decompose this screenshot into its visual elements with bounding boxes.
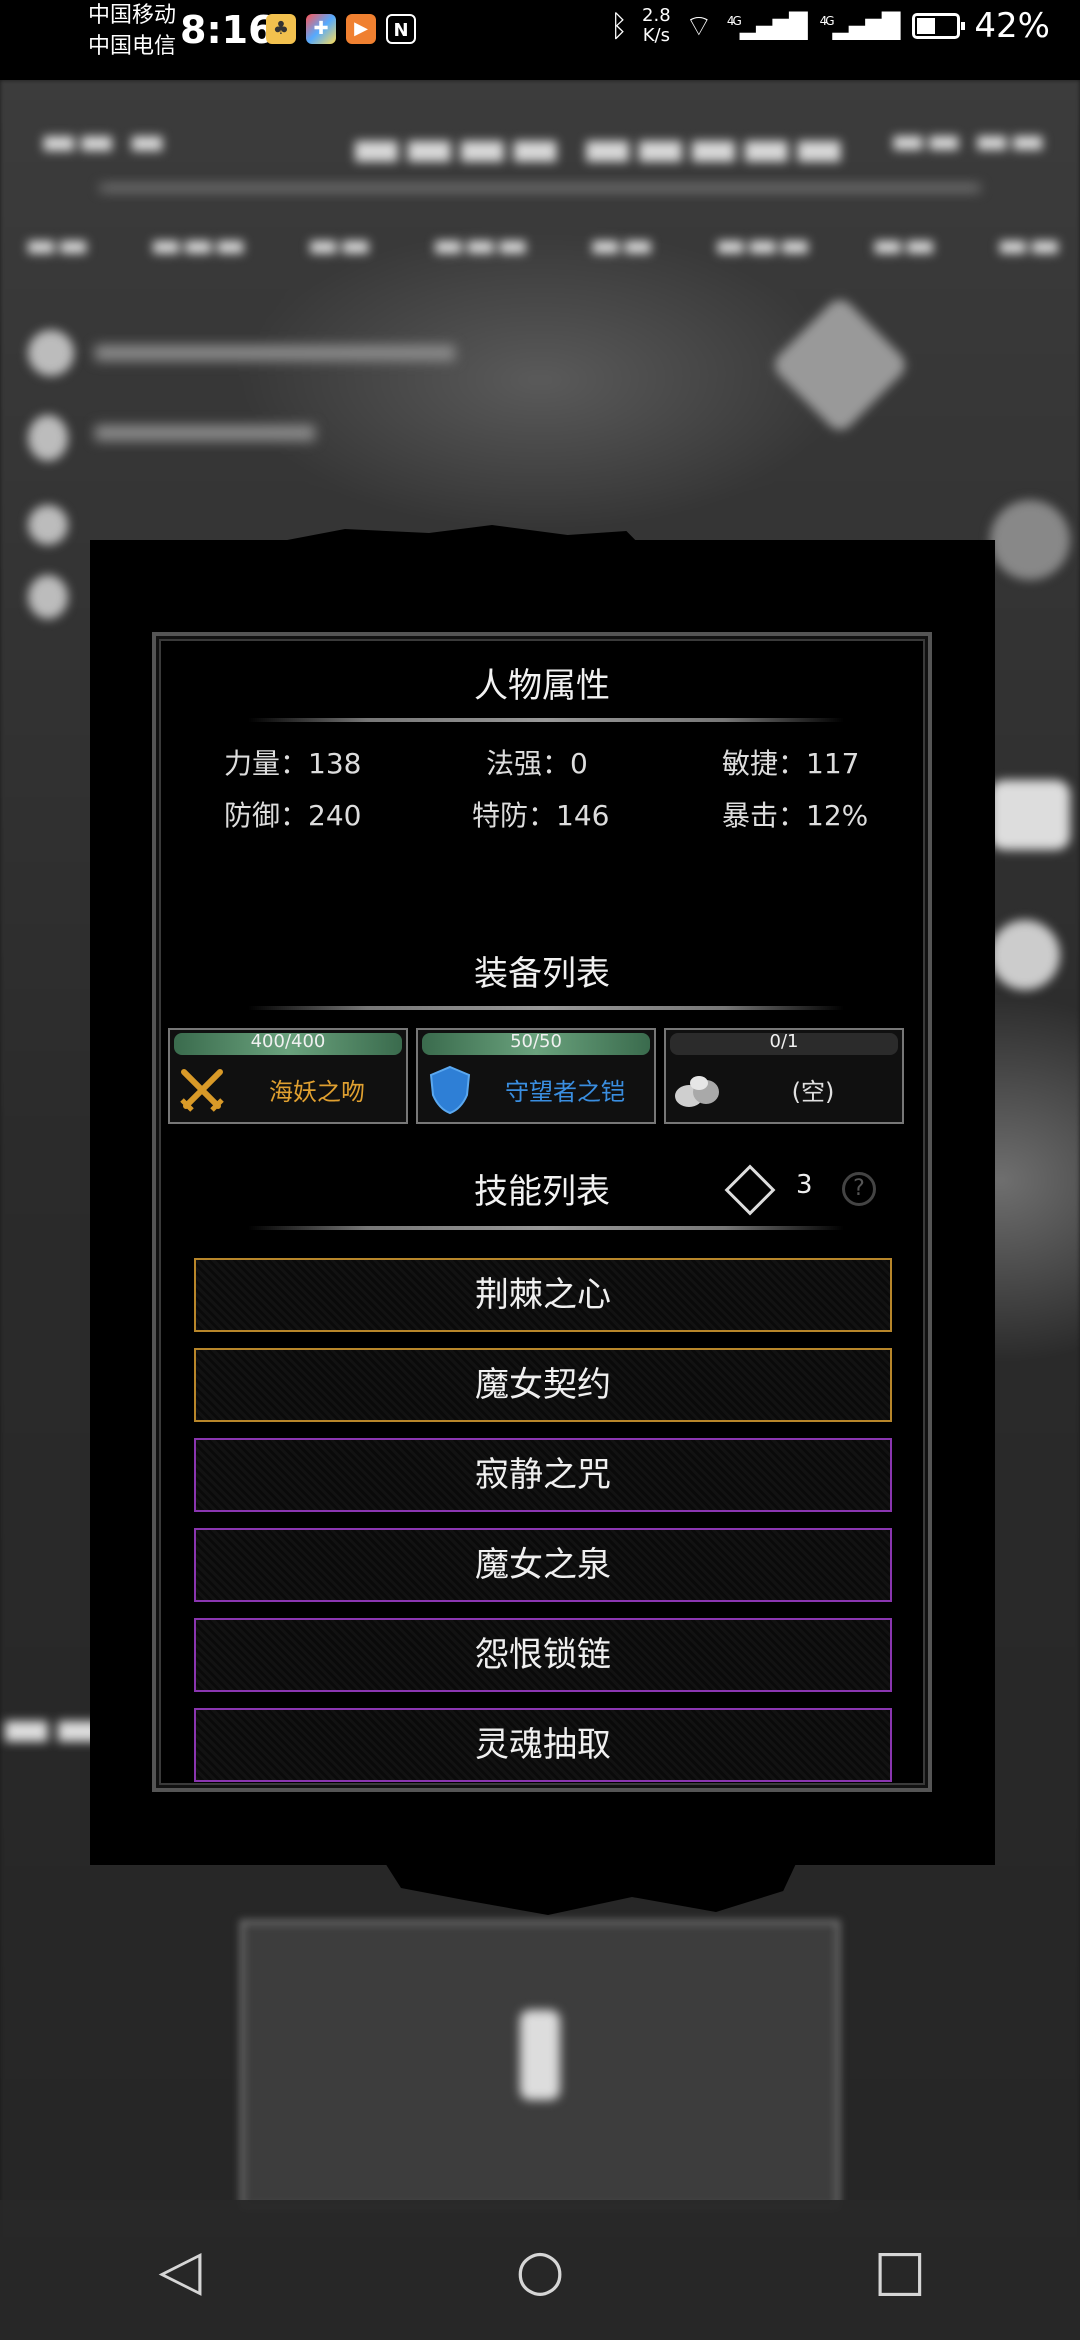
attr-strength: 力量：138 — [224, 747, 362, 780]
signal-icon-1: 4G▂▄▆█ — [726, 12, 808, 40]
video-player-icon: ▶ — [346, 14, 376, 44]
background-settings-icon — [990, 920, 1060, 990]
equipment-name: 海妖之吻 — [269, 1078, 365, 1106]
background-weather: ▬▬ ▬▬ — [890, 118, 1046, 162]
equipment-slot-weapon[interactable]: 400/400 海妖之吻 — [168, 1028, 408, 1124]
bunny-app-icon: ♣ — [266, 14, 296, 44]
skills-divider — [248, 1226, 844, 1230]
network-speed-value: 2.8 — [642, 5, 671, 26]
durability-text: 400/400 — [250, 1031, 326, 1052]
shield-icon — [424, 1064, 476, 1116]
skill-item[interactable]: 荆棘之心 — [194, 1258, 892, 1332]
background-stat-icon — [28, 505, 68, 545]
battery-percent: 42% — [974, 6, 1050, 46]
network-speed: 2.8 K/s — [642, 6, 671, 46]
background-side-button-2 — [990, 780, 1070, 850]
wifi-icon: ⌔ — [684, 9, 713, 44]
skill-item[interactable]: 寂静之咒 — [194, 1438, 892, 1512]
attributes-divider — [248, 718, 844, 722]
battery-icon — [912, 13, 966, 39]
durability-text: 50/50 — [510, 1031, 562, 1052]
clock: 8:16 — [180, 8, 275, 52]
recents-button[interactable]: □ — [840, 2238, 960, 2303]
attr-defense: 防御：240 — [224, 799, 362, 832]
network-speed-unit: K/s — [642, 25, 670, 46]
skill-item[interactable]: 魔女之泉 — [194, 1528, 892, 1602]
bluetooth-icon: ᛒ — [610, 8, 629, 44]
stones-icon — [672, 1064, 724, 1116]
attr-magic-power: 法强：0 — [486, 747, 588, 780]
status-indicators: ᛒ 2.8 K/s ⌔ 4G▂▄▆█ 4G▂▄▆█ 42% — [610, 6, 1050, 47]
equipment-title: 装备列表 — [474, 954, 610, 994]
skill-item[interactable]: 灵魂抽取 — [194, 1708, 892, 1782]
equipment-name: (空) — [791, 1078, 835, 1106]
carrier-labels: 中国移动 中国电信 — [88, 0, 176, 62]
background-strength-icon — [28, 415, 68, 461]
character-stats-modal: 人物属性 力量：138 法强：0 敏捷：117 防御：240 特防：146 暴击… — [90, 540, 995, 1865]
carrier-2: 中国电信 — [88, 34, 177, 59]
notification-icons: ♣ ✚ ▶ N — [266, 14, 416, 44]
background-side-button-1 — [990, 500, 1070, 580]
attributes-title: 人物属性 — [474, 666, 610, 706]
background-stamina-bar — [95, 425, 315, 441]
background-location-icon — [28, 575, 68, 619]
background-day-label: ▬▬ ▬ — [40, 118, 167, 164]
attr-agility: 敏捷：117 — [722, 747, 860, 780]
background-stat-row: ▬▬ ▬▬▬ ▬▬ ▬▬▬ ▬▬ ▬▬▬ ▬▬ ▬▬ — [25, 225, 1062, 265]
equipment-name: 守望者之铠 — [505, 1078, 625, 1106]
status-bar: 中国移动 中国电信 8:16 ♣ ✚ ▶ N ᛒ 2.8 K/s ⌔ 4G▂▄▆… — [0, 0, 1080, 80]
carrier-1: 中国移动 — [88, 3, 177, 28]
attr-magic-defense: 特防：146 — [472, 799, 610, 832]
help-icon[interactable]: ? — [842, 1172, 876, 1206]
durability-text: 0/1 — [769, 1031, 799, 1052]
signal-icon-2: 4G▂▄▆█ — [819, 12, 901, 40]
system-navigation-bar: ◁ ○ □ — [0, 2200, 1080, 2340]
skill-item[interactable]: 怨恨锁链 — [194, 1618, 892, 1692]
skill-point-count: 3 — [796, 1170, 813, 1200]
app-store-icon: ✚ — [306, 14, 336, 44]
equipment-slot-accessory[interactable]: 0/1 (空) — [664, 1028, 904, 1124]
background-heart-icon — [28, 330, 74, 376]
attr-critical: 暴击：12% — [722, 799, 869, 832]
modal-inner-frame: 人物属性 力量：138 法强：0 敏捷：117 防御：240 特防：146 暴击… — [152, 632, 932, 1792]
crossed-swords-icon — [176, 1064, 228, 1116]
background-timer: ▬▬▬▬ ▬▬▬▬▬ — [350, 115, 846, 180]
background-question-mark — [520, 2010, 560, 2100]
background-health-bar — [95, 345, 455, 361]
back-button[interactable]: ◁ — [120, 2238, 240, 2303]
background-divider — [100, 185, 980, 191]
nfc-icon: N — [386, 14, 416, 44]
home-button[interactable]: ○ — [480, 2238, 600, 2303]
equipment-divider — [248, 1006, 844, 1010]
equipment-slot-armor[interactable]: 50/50 守望者之铠 — [416, 1028, 656, 1124]
skill-item[interactable]: 魔女契约 — [194, 1348, 892, 1422]
